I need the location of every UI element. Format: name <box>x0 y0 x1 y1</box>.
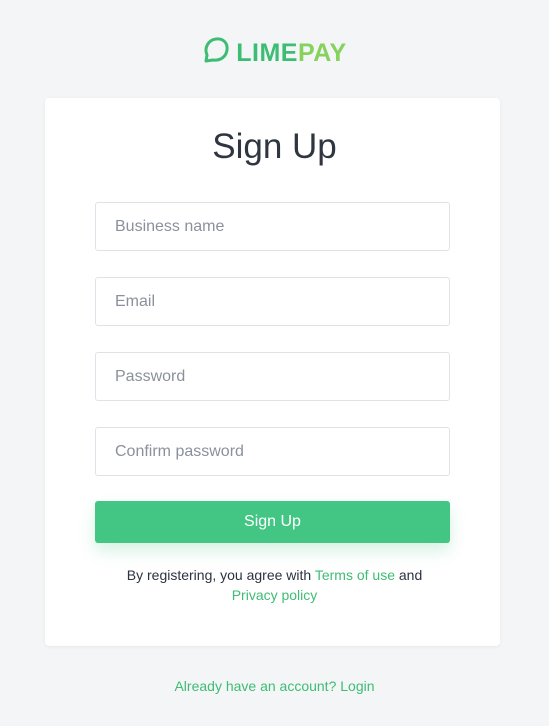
lime-logo-icon <box>202 36 230 69</box>
brand-name: LIMEPAY <box>236 39 346 67</box>
confirm-password-input[interactable] <box>95 427 450 476</box>
password-input[interactable] <box>95 352 450 401</box>
email-input[interactable] <box>95 277 450 326</box>
terms-prefix: By registering, you agree with <box>126 567 312 583</box>
terms-conjunction: and <box>398 567 423 583</box>
brand-name-pay: PAY <box>297 38 347 67</box>
terms-of-use-link[interactable]: Terms of use <box>315 567 395 583</box>
sign-up-button[interactable]: Sign Up <box>95 501 450 543</box>
privacy-policy-link[interactable]: Privacy policy <box>232 587 318 603</box>
terms-notice: By registering, you agree with Terms of … <box>0 565 549 605</box>
business-name-input[interactable] <box>95 202 450 251</box>
page-title: Sign Up <box>212 127 337 166</box>
brand-name-lime: LIME <box>236 38 298 67</box>
brand-logo: LIMEPAY <box>0 36 549 69</box>
login-prompt: Already have an account? Login <box>0 676 549 696</box>
login-link[interactable]: Already have an account? Login <box>174 678 374 694</box>
